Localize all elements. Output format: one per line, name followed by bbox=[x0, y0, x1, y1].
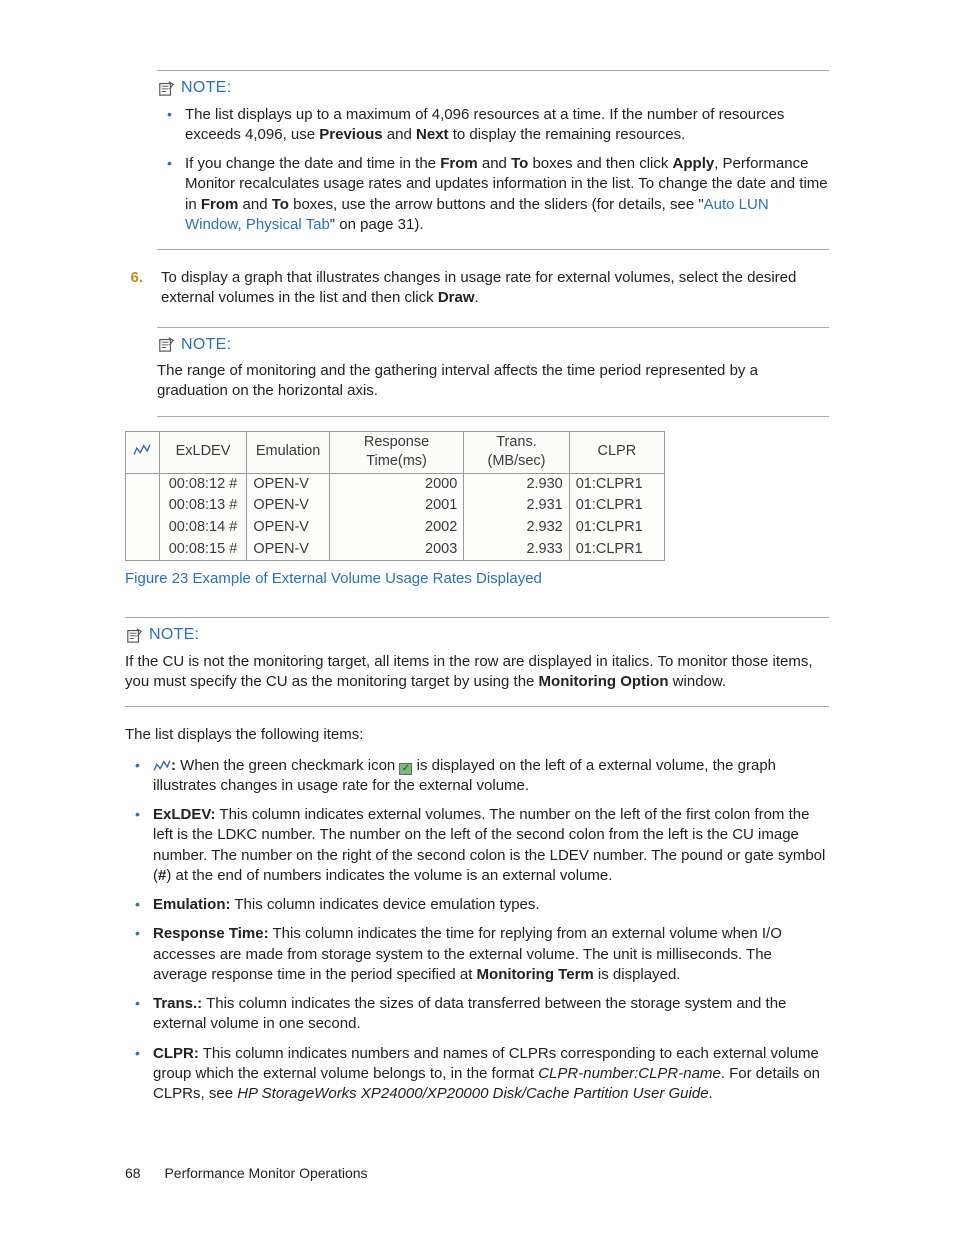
footer-title: Performance Monitor Operations bbox=[164, 1165, 367, 1181]
cell-clpr: 01:CLPR1 bbox=[569, 495, 664, 517]
cell-icon bbox=[126, 539, 160, 561]
note-header: NOTE: bbox=[157, 334, 829, 356]
cell-clpr: 01:CLPR1 bbox=[569, 517, 664, 539]
note-block-1: NOTE: The list displays up to a maximum … bbox=[157, 70, 829, 250]
page-footer: 68 Performance Monitor Operations bbox=[125, 1164, 368, 1183]
table-row: 00:08:14 #OPEN-V20022.93201:CLPR1 bbox=[126, 517, 665, 539]
table-row: 00:08:13 #OPEN-V20012.93101:CLPR1 bbox=[126, 495, 665, 517]
step-text: To display a graph that illustrates chan… bbox=[161, 268, 829, 309]
step-number: 6. bbox=[125, 268, 143, 309]
note-block-3: NOTE: If the CU is not the monitoring ta… bbox=[125, 617, 829, 707]
rule bbox=[157, 249, 829, 250]
note-label: NOTE: bbox=[181, 334, 231, 356]
document-page: NOTE: The list displays up to a maximum … bbox=[0, 0, 954, 1235]
rule bbox=[157, 327, 829, 328]
cell-exldev: 00:08:15 # bbox=[159, 539, 247, 561]
cell-trans: 2.930 bbox=[464, 473, 569, 495]
note-header: NOTE: bbox=[125, 624, 829, 646]
checkmark-icon: ✓ bbox=[399, 763, 412, 775]
cell-emulation: OPEN-V bbox=[247, 495, 329, 517]
th-trans: Trans.(MB/sec) bbox=[464, 431, 569, 473]
note2-body: The range of monitoring and the gatherin… bbox=[157, 361, 829, 402]
th-response: Response Time(ms) bbox=[329, 431, 463, 473]
graph-icon bbox=[153, 759, 171, 773]
cell-trans: 2.932 bbox=[464, 517, 569, 539]
list-intro: The list displays the following items: bbox=[125, 725, 829, 745]
note-icon bbox=[157, 336, 175, 352]
note-header: NOTE: bbox=[157, 77, 829, 99]
note1-bullet2: If you change the date and time in the F… bbox=[157, 154, 829, 235]
rule bbox=[125, 706, 829, 707]
cell-emulation: OPEN-V bbox=[247, 473, 329, 495]
list-item-response: Response Time: This column indicates the… bbox=[125, 924, 829, 985]
th-clpr: CLPR bbox=[569, 431, 664, 473]
cell-trans: 2.933 bbox=[464, 539, 569, 561]
cell-icon bbox=[126, 495, 160, 517]
rule bbox=[125, 617, 829, 618]
th-icon bbox=[126, 431, 160, 473]
note-icon bbox=[125, 627, 143, 643]
page-number: 68 bbox=[125, 1165, 141, 1181]
list-item-checkmark: : When the green checkmark icon ✓ is dis… bbox=[125, 756, 829, 797]
list-item-trans: Trans.: This column indicates the sizes … bbox=[125, 994, 829, 1035]
graph-icon bbox=[133, 443, 151, 457]
cell-emulation: OPEN-V bbox=[247, 539, 329, 561]
cell-response: 2002 bbox=[329, 517, 463, 539]
cell-clpr: 01:CLPR1 bbox=[569, 473, 664, 495]
table-header-row: ExLDEV Emulation Response Time(ms) Trans… bbox=[126, 431, 665, 473]
external-volume-table: ExLDEV Emulation Response Time(ms) Trans… bbox=[125, 431, 665, 561]
rule bbox=[157, 70, 829, 71]
note1-list: The list displays up to a maximum of 4,0… bbox=[157, 105, 829, 236]
cell-response: 2000 bbox=[329, 473, 463, 495]
note-label: NOTE: bbox=[181, 77, 231, 99]
note1-bullet1: The list displays up to a maximum of 4,0… bbox=[157, 105, 829, 146]
note3-body: If the CU is not the monitoring target, … bbox=[125, 652, 829, 693]
note-label: NOTE: bbox=[149, 624, 199, 646]
th-emulation: Emulation bbox=[247, 431, 329, 473]
note-block-2: NOTE: The range of monitoring and the ga… bbox=[157, 327, 829, 417]
cell-response: 2001 bbox=[329, 495, 463, 517]
list-item-clpr: CLPR: This column indicates numbers and … bbox=[125, 1044, 829, 1105]
cell-icon bbox=[126, 473, 160, 495]
note-icon bbox=[157, 80, 175, 96]
list-item-exldev: ExLDEV: This column indicates external v… bbox=[125, 805, 829, 886]
rule bbox=[157, 416, 829, 417]
cell-emulation: OPEN-V bbox=[247, 517, 329, 539]
figure-23: ExLDEV Emulation Response Time(ms) Trans… bbox=[125, 431, 829, 590]
cell-trans: 2.931 bbox=[464, 495, 569, 517]
cell-response: 2003 bbox=[329, 539, 463, 561]
column-description-list: : When the green checkmark icon ✓ is dis… bbox=[125, 756, 829, 1105]
list-item-emulation: Emulation: This column indicates device … bbox=[125, 895, 829, 915]
cell-exldev: 00:08:13 # bbox=[159, 495, 247, 517]
cell-exldev: 00:08:14 # bbox=[159, 517, 247, 539]
figure-caption: Figure 23 Example of External Volume Usa… bbox=[125, 569, 829, 589]
th-exldev: ExLDEV bbox=[159, 431, 247, 473]
cell-icon bbox=[126, 517, 160, 539]
step-6: 6. To display a graph that illustrates c… bbox=[125, 268, 829, 309]
table-row: 00:08:12 #OPEN-V20002.93001:CLPR1 bbox=[126, 473, 665, 495]
cell-exldev: 00:08:12 # bbox=[159, 473, 247, 495]
table-row: 00:08:15 #OPEN-V20032.93301:CLPR1 bbox=[126, 539, 665, 561]
cell-clpr: 01:CLPR1 bbox=[569, 539, 664, 561]
